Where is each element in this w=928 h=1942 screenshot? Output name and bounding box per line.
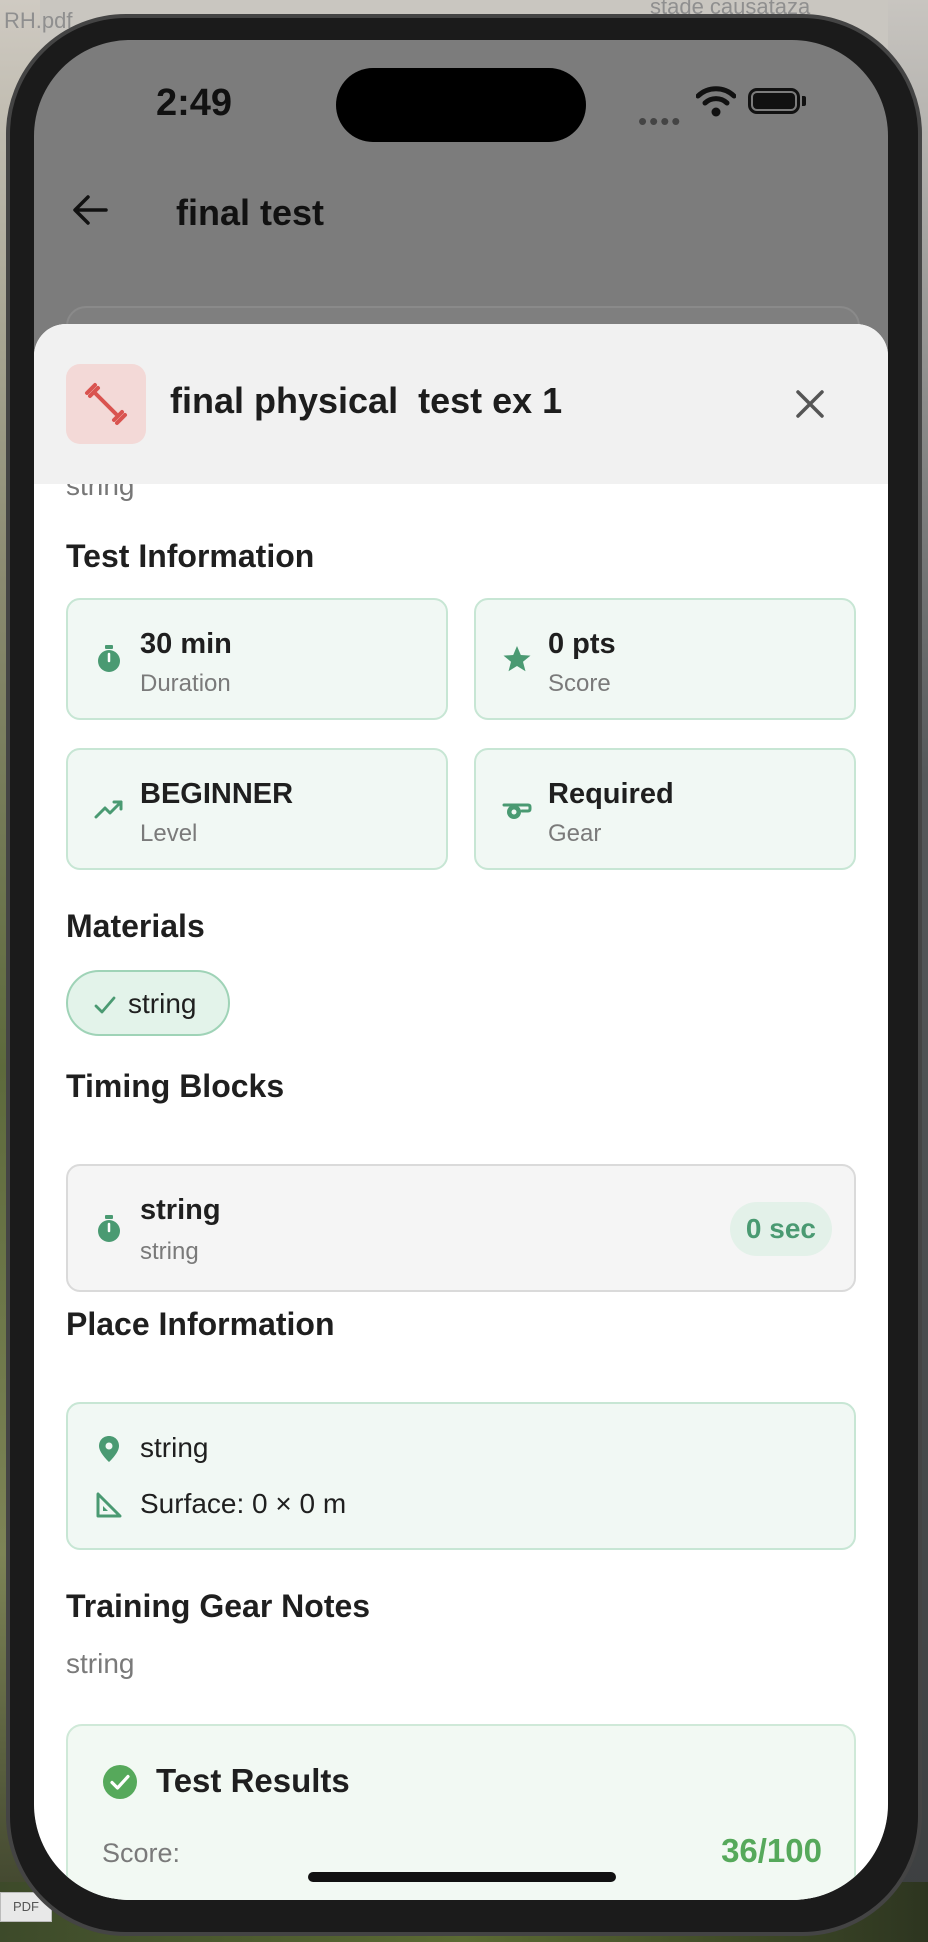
close-icon[interactable] bbox=[790, 384, 830, 424]
training-gear-notes-title: Training Gear Notes bbox=[66, 1588, 371, 1624]
results-score-value: 36/100 bbox=[721, 1832, 822, 1869]
sheet-scroll-content[interactable]: string Test Information 30 min Duration … bbox=[34, 484, 888, 1900]
level-label: Level bbox=[140, 820, 198, 847]
place-info-card: string Surface: 0 × 0 m bbox=[66, 1402, 856, 1550]
timing-block-description: string bbox=[140, 1238, 199, 1265]
desktop-file-label: RH.pdf bbox=[4, 8, 73, 33]
info-card-score: 0 pts Score bbox=[474, 598, 856, 720]
info-card-duration: 30 min Duration bbox=[66, 598, 448, 720]
sheet-header: final physical test ex 1 bbox=[34, 324, 888, 484]
material-chip-label: string bbox=[128, 988, 197, 1019]
timing-duration-badge: 0 sec bbox=[729, 1202, 832, 1256]
results-score-label: Score: bbox=[102, 1838, 181, 1868]
info-card-level: BEGINNER Level bbox=[66, 748, 448, 870]
back-arrow-icon[interactable] bbox=[70, 192, 110, 228]
page-title: final test bbox=[176, 192, 325, 233]
timing-blocks-title: Timing Blocks bbox=[66, 1068, 285, 1104]
place-surface-text: Surface: 0 × 0 m bbox=[140, 1488, 347, 1519]
trending-up-icon bbox=[94, 800, 123, 819]
info-card-gear: Required Gear bbox=[474, 748, 856, 870]
check-circle-icon bbox=[103, 1765, 137, 1799]
timing-block-card: string string 0 sec bbox=[66, 1164, 856, 1292]
whistle-icon bbox=[502, 803, 532, 819]
location-pin-icon bbox=[99, 1436, 119, 1462]
clipped-description: string bbox=[66, 484, 135, 501]
place-location-text: string bbox=[140, 1432, 209, 1463]
gear-value: Required bbox=[548, 778, 674, 810]
set-square-icon bbox=[96, 1492, 122, 1518]
home-indicator[interactable] bbox=[308, 1872, 616, 1882]
score-value: 0 pts bbox=[548, 628, 616, 660]
wifi-icon bbox=[696, 86, 736, 117]
phone-screen: 2:49 •••• final test final physical test… bbox=[34, 40, 888, 1900]
level-value: BEGINNER bbox=[140, 778, 294, 810]
score-label: Score bbox=[548, 670, 611, 697]
training-gear-notes-text: string bbox=[66, 1648, 135, 1679]
place-information-title: Place Information bbox=[66, 1306, 335, 1342]
dynamic-island bbox=[336, 68, 586, 142]
materials-title: Materials bbox=[66, 908, 205, 944]
stopwatch-icon bbox=[98, 1215, 120, 1242]
battery-icon bbox=[748, 88, 800, 114]
gear-label: Gear bbox=[548, 820, 602, 847]
checkmark-icon bbox=[94, 996, 116, 1014]
status-time: 2:49 bbox=[156, 82, 233, 124]
stopwatch-icon bbox=[98, 645, 120, 672]
dumbbell-icon bbox=[85, 383, 127, 425]
timing-block-name: string bbox=[140, 1194, 221, 1226]
duration-value: 30 min bbox=[140, 628, 232, 660]
material-chip[interactable]: string bbox=[66, 970, 230, 1036]
exercise-detail-sheet: final physical test ex 1 string Test Inf… bbox=[34, 324, 888, 1900]
sheet-title: final physical test ex 1 bbox=[170, 380, 563, 421]
test-results-title: Test Results bbox=[156, 1762, 350, 1799]
star-icon bbox=[503, 646, 531, 672]
signal-dots-icon: •••• bbox=[638, 106, 683, 136]
exercise-icon-box bbox=[66, 364, 146, 444]
duration-label: Duration bbox=[140, 670, 231, 697]
test-information-title: Test Information bbox=[66, 538, 315, 574]
battery-tip bbox=[802, 96, 806, 106]
